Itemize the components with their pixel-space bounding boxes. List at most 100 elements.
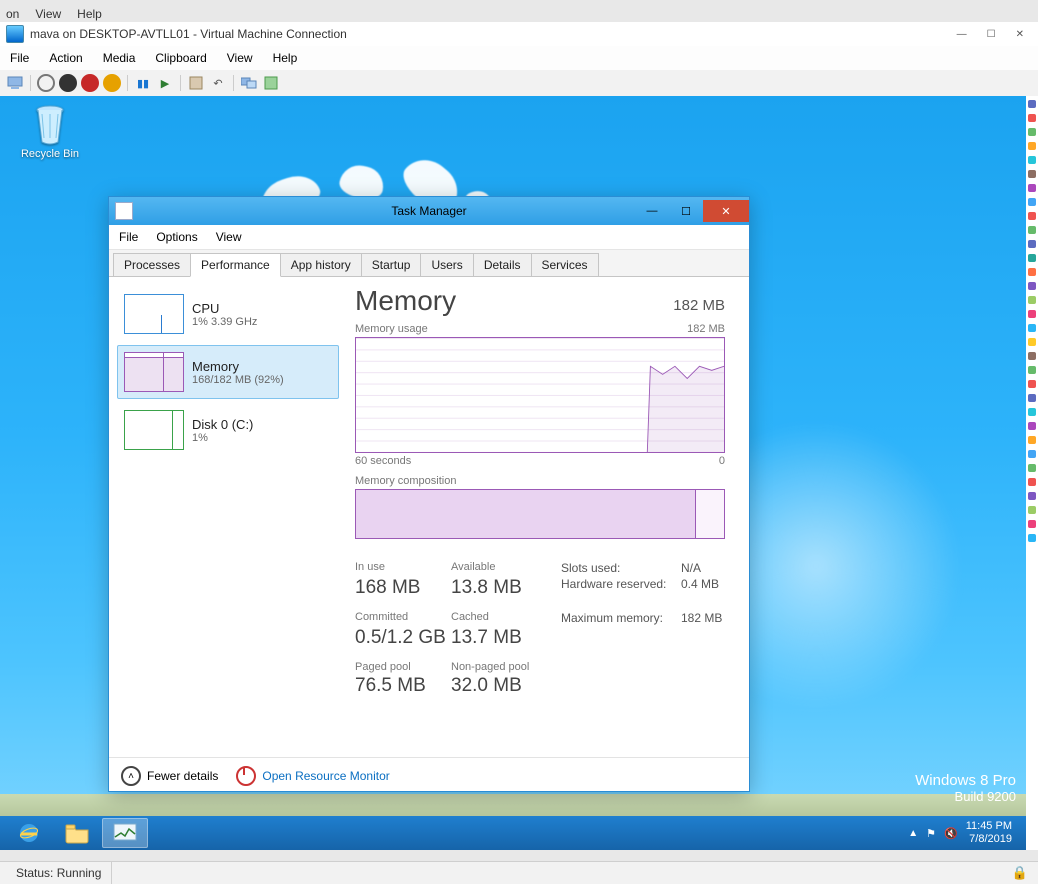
host-right-strip [1025, 96, 1038, 850]
sidebar-memory-name: Memory [192, 359, 284, 374]
windows-watermark: Windows 8 Pro Build 9200 [915, 772, 1016, 804]
val-paged: 76.5 MB [355, 675, 451, 697]
watermark-line2: Build 9200 [915, 789, 1016, 804]
resource-monitor-icon [236, 766, 256, 786]
tm-title: Task Manager [109, 204, 749, 218]
tray-flag-icon[interactable]: ⚑ [926, 827, 936, 840]
sidebar-cpu-sub: 1% 3.39 GHz [192, 316, 257, 328]
vmconnect-icon [6, 25, 24, 43]
menu-action[interactable]: Action [49, 51, 82, 65]
recycle-bin-label: Recycle Bin [12, 148, 88, 160]
perf-heading: Memory 182 MB [355, 285, 725, 317]
memory-stats: In use Available Slots used: N/A 168 MB … [355, 561, 725, 707]
close-button[interactable]: ✕ [1016, 29, 1024, 40]
sidebar-disk-sub: 1% [192, 432, 253, 444]
recycle-bin-icon[interactable]: Recycle Bin [12, 102, 88, 160]
lab-committed: Committed [355, 611, 451, 625]
menu-help[interactable]: Help [273, 51, 298, 65]
tab-startup[interactable]: Startup [361, 253, 422, 276]
tm-menu-file[interactable]: File [119, 230, 138, 244]
val-cached: 13.7 MB [451, 627, 561, 649]
memory-usage-chart[interactable] [355, 337, 725, 453]
axis-right: 0 [719, 455, 725, 467]
frag-item[interactable]: View [35, 7, 61, 21]
tm-footer: ˄ Fewer details Open Resource Monitor [109, 757, 749, 794]
val-nonpaged: 32.0 MB [451, 675, 561, 697]
taskbar-task-manager[interactable] [102, 818, 148, 848]
sidebar-disk-name: Disk 0 (C:) [192, 417, 253, 432]
menu-clipboard[interactable]: Clipboard [155, 51, 206, 65]
pause-button[interactable]: ▮▮ [134, 74, 152, 92]
tab-processes[interactable]: Processes [113, 253, 191, 276]
status-text: Status: Running [6, 862, 112, 884]
checkpoint-button[interactable] [187, 74, 205, 92]
open-resource-monitor-link[interactable]: Open Resource Monitor [236, 766, 389, 786]
tray-clock[interactable]: 11:45 PM 7/8/2019 [966, 820, 1012, 845]
tm-tabs: Processes Performance App history Startu… [109, 250, 749, 277]
tm-menubar: File Options View [109, 225, 749, 250]
sidebar-cpu[interactable]: CPU1% 3.39 GHz [117, 287, 339, 341]
tab-app-history[interactable]: App history [280, 253, 362, 276]
save-button[interactable] [103, 74, 121, 92]
tm-menu-options[interactable]: Options [156, 230, 197, 244]
val-in-use: 168 MB [355, 577, 451, 599]
taskbar-explorer[interactable] [54, 818, 100, 848]
frag-item[interactable]: Help [77, 7, 102, 21]
resource-monitor-label: Open Resource Monitor [262, 769, 389, 783]
task-manager-window[interactable]: Task Manager — ☐ ✕ File Options View Pro… [108, 196, 750, 792]
lab-cached: Cached [451, 611, 561, 625]
lab-in-use: In use [355, 561, 451, 575]
menu-file[interactable]: File [10, 51, 29, 65]
wallpaper-ground [0, 794, 1026, 816]
axis-left: 60 seconds [355, 455, 411, 467]
share-button[interactable] [262, 74, 280, 92]
lock-icon: 🔒 [1012, 865, 1032, 881]
maximize-button[interactable]: ☐ [987, 29, 996, 40]
sidebar-disk[interactable]: Disk 0 (C:)1% [117, 403, 339, 457]
vm-desktop[interactable]: Recycle Bin Windows 8 Pro Build 9200 Tas… [0, 96, 1026, 850]
vmconnect-titlebar[interactable]: mava on DESKTOP-AVTLL01 - Virtual Machin… [0, 22, 1038, 47]
system-tray[interactable]: ▲ ⚑ 🔇 11:45 PM 7/8/2019 [908, 820, 1020, 845]
tab-performance[interactable]: Performance [190, 253, 281, 277]
turnoff-button[interactable] [59, 74, 77, 92]
vmconnect-title: mava on DESKTOP-AVTLL01 - Virtual Machin… [30, 27, 347, 41]
memory-composition-bar[interactable] [355, 489, 725, 539]
tray-volume-muted-icon[interactable]: 🔇 [944, 827, 958, 840]
start-button[interactable] [37, 74, 55, 92]
revert-button[interactable]: ↶ [209, 74, 227, 92]
lab-max: Maximum memory: [561, 611, 681, 625]
lab-hw: Hardware reserved: [561, 577, 681, 609]
tab-details[interactable]: Details [473, 253, 532, 276]
windows-taskbar[interactable]: ▲ ⚑ 🔇 11:45 PM 7/8/2019 [0, 816, 1026, 850]
enhanced-session-button[interactable] [240, 74, 258, 92]
tm-main-panel: Memory 182 MB Memory usage 182 MB 60 sec… [347, 277, 749, 757]
perf-heading-text: Memory [355, 285, 456, 317]
tray-chevron-icon[interactable]: ▲ [908, 828, 918, 839]
perf-heading-right: 182 MB [673, 297, 725, 314]
tm-sidebar: CPU1% 3.39 GHz Memory168/182 MB (92%) Di… [109, 277, 347, 757]
menu-media[interactable]: Media [103, 51, 136, 65]
chevron-up-icon: ˄ [121, 766, 141, 786]
shutdown-button[interactable] [81, 74, 99, 92]
ctrl-alt-del-button[interactable] [6, 74, 24, 92]
frag-item[interactable]: on [6, 7, 19, 21]
tm-titlebar[interactable]: Task Manager — ☐ ✕ [109, 197, 749, 225]
vmconnect-toolbar: ▮▮ ▶ ↶ [0, 70, 1038, 97]
reset-button[interactable]: ▶ [156, 74, 174, 92]
sidebar-memory-sub: 168/182 MB (92%) [192, 374, 284, 386]
sidebar-memory[interactable]: Memory168/182 MB (92%) [117, 345, 339, 399]
menu-view[interactable]: View [227, 51, 253, 65]
lab-paged: Paged pool [355, 661, 451, 673]
tab-services[interactable]: Services [531, 253, 599, 276]
taskbar-ie[interactable] [6, 818, 52, 848]
sidebar-cpu-name: CPU [192, 301, 257, 316]
fewer-details-label: Fewer details [147, 769, 218, 783]
minimize-button[interactable]: — [957, 29, 967, 40]
fewer-details-button[interactable]: ˄ Fewer details [121, 766, 218, 786]
val-max: 182 MB [681, 611, 725, 625]
watermark-line1: Windows 8 Pro [915, 772, 1016, 789]
tab-users[interactable]: Users [420, 253, 473, 276]
val-slots: N/A [681, 561, 725, 575]
usage-right: 182 MB [687, 323, 725, 335]
tm-menu-view[interactable]: View [216, 230, 242, 244]
